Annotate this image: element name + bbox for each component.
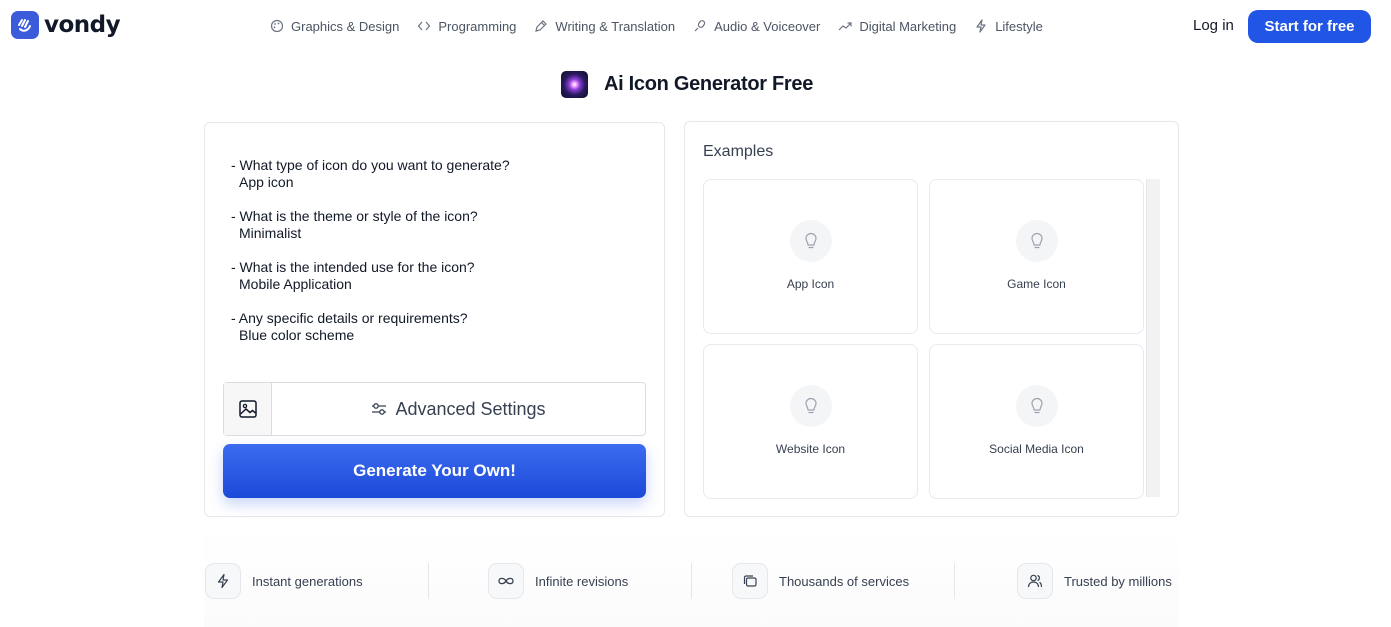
prompt-question: - What is the intended use for the icon? bbox=[231, 259, 475, 275]
feature-thousands-of-services: Thousands of services bbox=[732, 563, 909, 599]
feature-instant-generations: Instant generations bbox=[205, 563, 363, 599]
nav-item-label: Writing & Translation bbox=[555, 18, 676, 34]
nav-item-label: Lifestyle bbox=[995, 18, 1043, 34]
login-link[interactable]: Log in bbox=[1193, 17, 1234, 34]
examples-scrollbar[interactable] bbox=[1146, 179, 1160, 497]
tool-thumbnail bbox=[561, 70, 588, 98]
advanced-settings-label: Advanced Settings bbox=[395, 398, 546, 419]
nav-item-lifestyle[interactable]: Lifestyle bbox=[974, 16, 1043, 36]
example-card-website-icon[interactable]: Website Icon bbox=[703, 344, 918, 499]
lightbulb-icon bbox=[790, 220, 832, 262]
hand-wave-icon bbox=[11, 11, 39, 39]
users-icon bbox=[1017, 563, 1053, 599]
prompt-question: - Any specific details or requirements? bbox=[231, 310, 468, 326]
trend-up-icon bbox=[838, 22, 852, 31]
feature-label: Infinite revisions bbox=[535, 573, 629, 589]
nav-item-label: Digital Marketing bbox=[859, 18, 957, 34]
prompt-answer: Mobile Application bbox=[239, 276, 352, 292]
image-upload-button[interactable] bbox=[224, 383, 272, 435]
examples-panel: Examples App Icon Game Icon Website Icon… bbox=[684, 121, 1179, 517]
lightbulb-icon bbox=[790, 385, 832, 427]
prompt-textarea[interactable]: - What type of icon do you want to gener… bbox=[231, 157, 510, 361]
nav-item-programming[interactable]: Programming bbox=[417, 16, 516, 36]
feature-label: Trusted by millions bbox=[1064, 573, 1172, 589]
nav-item-writing-translation[interactable]: Writing & Translation bbox=[534, 16, 675, 36]
advanced-settings-button[interactable]: Advanced Settings bbox=[272, 383, 645, 435]
examples-heading: Examples bbox=[703, 143, 774, 160]
nav-item-audio-voiceover[interactable]: Audio & Voiceover bbox=[693, 16, 820, 36]
feature-divider bbox=[691, 563, 692, 599]
pen-icon bbox=[535, 20, 548, 32]
code-icon bbox=[418, 21, 431, 31]
example-card-label: Website Icon bbox=[775, 442, 846, 456]
nav-item-graphics-design[interactable]: Graphics & Design bbox=[270, 16, 399, 36]
page-title: Ai Icon Generator Free bbox=[604, 72, 814, 95]
prompt-question: - What is the theme or style of the icon… bbox=[231, 208, 478, 224]
nav-item-label: Programming bbox=[438, 18, 517, 34]
palette-icon bbox=[270, 19, 284, 33]
lightning-icon bbox=[976, 19, 986, 33]
feature-label: Thousands of services bbox=[779, 573, 910, 589]
vondy-logo[interactable]: vondy bbox=[11, 11, 121, 39]
page-header: Ai Icon Generator Free bbox=[561, 70, 813, 98]
example-card-game-icon[interactable]: Game Icon bbox=[929, 179, 1144, 334]
brand-name: vondy bbox=[44, 12, 121, 38]
feature-infinite-revisions: Infinite revisions bbox=[488, 563, 628, 599]
prompt-answer: App icon bbox=[239, 174, 294, 190]
lightbulb-icon bbox=[1016, 220, 1058, 262]
top-navbar: vondy Graphics & Design Programming Writ… bbox=[0, 0, 1391, 52]
nav-item-label: Graphics & Design bbox=[291, 18, 400, 34]
feature-trusted-by-millions: Trusted by millions bbox=[1017, 563, 1172, 599]
sliders-icon bbox=[372, 403, 387, 415]
settings-row: Advanced Settings bbox=[223, 382, 646, 436]
example-card-label: Social Media Icon bbox=[989, 442, 1084, 456]
nav-item-label: Audio & Voiceover bbox=[714, 18, 821, 34]
prompt-answer: Minimalist bbox=[239, 225, 302, 241]
nav-item-digital-marketing[interactable]: Digital Marketing bbox=[838, 16, 956, 36]
generate-button[interactable]: Generate Your Own! bbox=[223, 444, 646, 498]
lightning-icon bbox=[205, 563, 241, 599]
example-card-app-icon[interactable]: App Icon bbox=[703, 179, 918, 334]
example-card-label: Game Icon bbox=[1007, 277, 1066, 291]
prompt-answer: Blue color scheme bbox=[239, 327, 355, 343]
features-bar: Instant generations Infinite revisions T… bbox=[204, 527, 1179, 627]
prompt-panel: - What type of icon do you want to gener… bbox=[204, 122, 665, 517]
lightbulb-icon bbox=[1016, 385, 1058, 427]
start-for-free-button[interactable]: Start for free bbox=[1248, 10, 1371, 43]
feature-label: Instant generations bbox=[252, 573, 363, 589]
feature-divider bbox=[954, 563, 955, 599]
category-menu: Graphics & Design Programming Writing & … bbox=[270, 16, 1061, 36]
example-card-social-media-icon[interactable]: Social Media Icon bbox=[929, 344, 1144, 499]
layers-icon bbox=[732, 563, 768, 599]
image-icon bbox=[238, 400, 257, 418]
microphone-icon bbox=[694, 20, 706, 32]
feature-divider bbox=[428, 563, 429, 599]
prompt-question: - What type of icon do you want to gener… bbox=[231, 157, 510, 173]
example-card-label: App Icon bbox=[786, 277, 835, 291]
infinity-icon bbox=[488, 563, 524, 599]
